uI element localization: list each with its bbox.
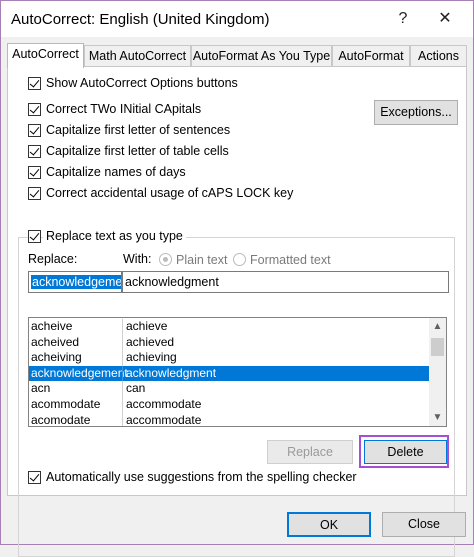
column-divider	[122, 365, 123, 382]
plain-text-radio[interactable]	[159, 253, 172, 266]
replace-input[interactable]: acknowledgement	[28, 271, 122, 293]
list-item[interactable]: acommodate accommodate	[29, 397, 429, 413]
list-item-with: acknowledgment	[126, 365, 217, 380]
formatted-text-radio[interactable]	[233, 253, 246, 266]
column-divider	[122, 350, 123, 366]
spelling-suggestions-checkbox[interactable]	[28, 471, 41, 484]
list-item-with: can	[126, 381, 146, 396]
formatted-text-label: Formatted text	[250, 253, 331, 267]
plain-text-label: Plain text	[176, 253, 228, 267]
replace-as-you-type-checkbox[interactable]	[28, 230, 41, 243]
first-letter-table-checkbox[interactable]	[28, 145, 41, 158]
list-item-replace: acheive	[31, 319, 73, 333]
caps-lock-checkbox[interactable]	[28, 187, 41, 200]
replace-button[interactable]: Replace	[267, 440, 353, 464]
list-item[interactable]: acomodate accommodate	[29, 412, 429, 427]
list-item-selected[interactable]: acknowledgement acknowledgment	[29, 365, 429, 382]
list-scrollbar[interactable]: ▲ ▼	[429, 318, 446, 426]
replacement-list[interactable]: acheive achieve acheived achieved acheivin…	[28, 317, 447, 427]
scroll-down-icon[interactable]: ▼	[429, 409, 446, 426]
exceptions-button[interactable]: Exceptions...	[374, 100, 458, 125]
column-divider	[122, 334, 123, 351]
show-buttons-label: Show AutoCorrect Options buttons	[46, 76, 238, 90]
tab-strip: AutoCorrect Math AutoCorrect AutoFormat …	[7, 43, 467, 68]
close-icon[interactable]: ✕	[433, 7, 457, 31]
spelling-suggestions-label: Automatically use suggestions from the s…	[46, 470, 357, 484]
list-item[interactable]: acheived achieved	[29, 334, 429, 351]
autocorrect-panel: Show AutoCorrect Options buttons Correct…	[7, 66, 467, 557]
title-bar: AutoCorrect: English (United Kingdom) ? …	[1, 1, 473, 37]
list-item-with: achieve	[126, 319, 168, 333]
list-item-replace: acknowledgement	[31, 365, 128, 380]
column-divider	[122, 412, 123, 426]
window-title: AutoCorrect: English (United Kingdom)	[11, 11, 270, 28]
list-item-replace: acn	[31, 381, 51, 396]
first-letter-sentences-checkbox[interactable]	[28, 124, 41, 137]
two-initial-checkbox[interactable]	[28, 103, 41, 116]
list-item-replace: acommodate	[31, 397, 101, 411]
replace-as-you-type-label: Replace text as you type	[43, 229, 186, 243]
ok-button[interactable]: OK	[287, 512, 371, 537]
column-divider	[122, 381, 123, 397]
list-item-replace: acheived	[31, 334, 80, 349]
with-input[interactable]: acknowledgment	[122, 271, 449, 293]
scrollbar-thumb[interactable]	[431, 338, 444, 356]
column-divider	[122, 397, 123, 413]
list-item[interactable]: acheive achieve	[29, 319, 429, 335]
column-divider	[122, 319, 123, 335]
list-item-with: achieving	[126, 350, 177, 365]
list-item-with: accommodate	[126, 397, 202, 411]
autocorrect-dialog: AutoCorrect: English (United Kingdom) ? …	[0, 0, 474, 557]
list-item-replace: acheiving	[31, 350, 82, 365]
tab-actions[interactable]: Actions	[410, 45, 467, 67]
first-letter-table-label: Capitalize first letter of table cells	[46, 144, 229, 158]
list-item[interactable]: acheiving achieving	[29, 350, 429, 366]
close-button[interactable]: Close	[382, 512, 466, 537]
tab-math-autocorrect[interactable]: Math AutoCorrect	[84, 45, 191, 67]
caps-lock-label: Correct accidental usage of cAPS LOCK ke…	[46, 186, 294, 200]
tab-autoformat[interactable]: AutoFormat	[332, 45, 410, 67]
list-item[interactable]: acn can	[29, 381, 429, 397]
tab-autocorrect[interactable]: AutoCorrect	[7, 43, 84, 68]
first-letter-sentences-label: Capitalize first letter of sentences	[46, 123, 231, 137]
help-icon[interactable]: ?	[391, 7, 415, 31]
replace-label: Replace:	[28, 252, 78, 266]
list-item-with: accommodate	[126, 412, 202, 427]
replace-input-text: acknowledgement	[31, 275, 121, 289]
list-item-with: achieved	[126, 334, 175, 349]
scroll-up-icon[interactable]: ▲	[429, 318, 446, 335]
names-of-days-label: Capitalize names of days	[46, 165, 186, 179]
list-item-replace: acomodate	[31, 412, 91, 427]
two-initial-label: Correct TWo INitial CApitals	[46, 102, 202, 116]
with-label: With:	[123, 252, 152, 266]
show-buttons-checkbox[interactable]	[28, 77, 41, 90]
highlight-box	[359, 435, 449, 468]
tab-autoformat-as-you-type[interactable]: AutoFormat As You Type	[191, 45, 332, 67]
names-of-days-checkbox[interactable]	[28, 166, 41, 179]
